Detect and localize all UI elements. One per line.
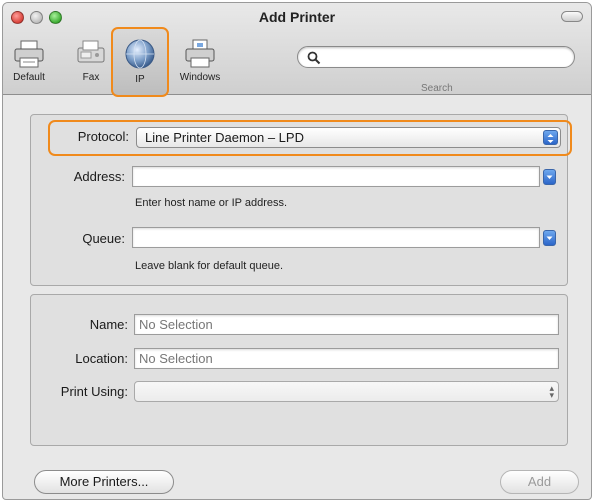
toolbar-windows-label: Windows	[179, 72, 221, 83]
protocol-popup[interactable]: Line Printer Daemon – LPD	[136, 127, 561, 148]
chevron-down-icon	[546, 175, 553, 179]
search-icon	[307, 51, 321, 65]
toolbar-ip-label: IP	[135, 74, 145, 85]
toolbar-fax-label: Fax	[82, 72, 100, 83]
queue-combo-button[interactable]	[543, 230, 556, 246]
location-label: Location:	[75, 351, 128, 366]
print-using-popup[interactable]: ▴ ▾	[134, 381, 559, 402]
print-using-label: Print Using:	[60, 384, 128, 399]
add-button[interactable]: Add	[500, 470, 579, 494]
queue-hint: Leave blank for default queue.	[135, 260, 284, 272]
search-label: Search	[421, 83, 453, 94]
toolbar-default-label: Default	[13, 72, 45, 83]
globe-icon	[125, 39, 155, 69]
chevron-down-icon	[546, 236, 553, 240]
popup-arrows-icon	[543, 130, 558, 145]
address-label: Address:	[73, 169, 125, 184]
queue-label: Queue:	[82, 231, 125, 246]
name-field[interactable]: No Selection	[134, 314, 559, 335]
queue-field[interactable]	[132, 227, 540, 248]
protocol-label: Protocol:	[77, 129, 129, 144]
address-combo-button[interactable]	[543, 169, 556, 185]
toolbar-toggle-button[interactable]	[561, 11, 583, 22]
toolbar-ip-button[interactable]: IP	[117, 37, 163, 85]
address-hint: Enter host name or IP address.	[135, 197, 288, 209]
location-field[interactable]: No Selection	[134, 348, 559, 369]
windows-printer-icon	[185, 39, 215, 68]
fax-icon	[77, 40, 105, 63]
toolbar-default-button[interactable]: Default	[7, 39, 51, 83]
more-printers-button[interactable]: More Printers...	[34, 470, 174, 494]
toolbar-fax-button[interactable]: Fax	[69, 39, 113, 83]
address-field[interactable]	[132, 166, 540, 187]
window-title: Add Printer	[258, 9, 336, 25]
protocol-value: Line Printer Daemon – LPD	[145, 130, 304, 145]
toolbar-windows-button[interactable]: Windows	[171, 39, 229, 83]
search-input[interactable]	[297, 46, 575, 68]
toolbar: Add Printer Default Fax IP Windows Searc…	[3, 3, 591, 97]
add-printer-window: Add Printer Default Fax IP Windows Searc…	[2, 2, 592, 500]
printer-icon	[14, 40, 44, 68]
popup-arrows-icon: ▴ ▾	[549, 383, 554, 400]
name-label: Name:	[89, 317, 128, 332]
